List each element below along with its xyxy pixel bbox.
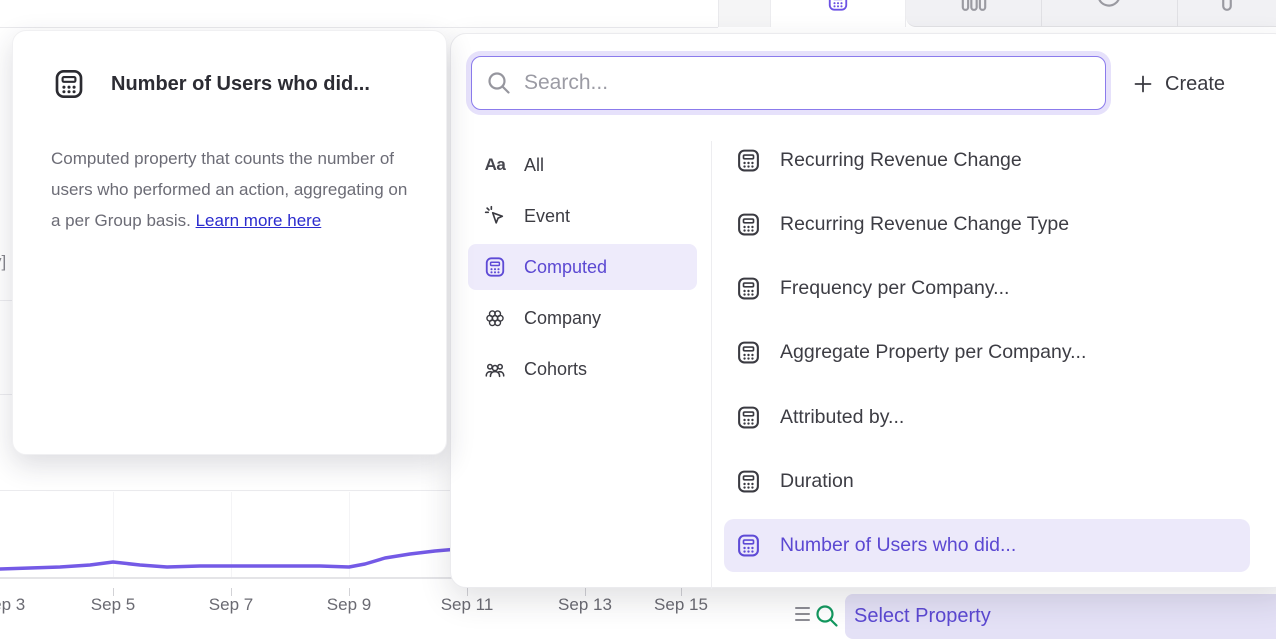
retention-cycle-icon — [1095, 0, 1125, 12]
occluded-text-fragment: y] — [0, 252, 6, 272]
property-item[interactable]: Recurring Revenue Change Type — [724, 198, 1250, 251]
category-cohorts[interactable]: Cohorts — [468, 346, 697, 392]
chart-type-tabs — [770, 0, 1276, 27]
calculator-icon — [53, 68, 85, 100]
search-icon — [486, 70, 512, 96]
background-divider — [0, 27, 718, 28]
axis-label: Sep 15 — [654, 595, 708, 615]
property-item-selected[interactable]: Number of Users who did... — [724, 519, 1250, 572]
create-button[interactable]: Create — [1133, 66, 1225, 102]
category-all[interactable]: Aa All — [468, 142, 697, 188]
property-item[interactable]: Aggregate Property per Company... — [724, 326, 1250, 379]
company-icon — [484, 307, 506, 329]
tab-bar-chart[interactable] — [906, 0, 1041, 27]
chart-card-divider — [0, 490, 450, 491]
calculator-icon — [736, 212, 761, 237]
text-format-icon: Aa — [484, 154, 506, 176]
calculator-icon — [736, 469, 761, 494]
property-item[interactable]: Frequency per Company... — [724, 262, 1250, 315]
plus-icon — [1133, 74, 1153, 94]
tooltip-description: Computed property that counts the number… — [51, 143, 411, 236]
cohorts-icon — [484, 358, 506, 380]
category-computed[interactable]: Computed — [468, 244, 697, 290]
calculator-icon — [736, 148, 761, 173]
category-label: Company — [524, 308, 601, 329]
axis-label: Sep 3 — [0, 595, 25, 615]
property-search-icon — [814, 603, 840, 629]
property-label: Duration — [780, 470, 854, 493]
tab-metric-active[interactable] — [770, 0, 906, 27]
axis-label: Sep 11 — [441, 595, 494, 615]
category-label: All — [524, 155, 544, 176]
calculator-icon — [736, 405, 761, 430]
property-item[interactable]: Duration — [724, 455, 1250, 508]
tab-flows[interactable] — [1177, 0, 1276, 27]
select-property-button[interactable]: Select Property — [845, 594, 1276, 639]
category-company[interactable]: Company — [468, 295, 697, 341]
category-label: Computed — [524, 257, 607, 278]
calculator-icon — [736, 533, 761, 558]
property-label: Frequency per Company... — [780, 277, 1009, 300]
select-property-label: Select Property — [854, 605, 991, 628]
tab-retention[interactable] — [1041, 0, 1177, 27]
search-input[interactable] — [524, 71, 1091, 95]
axis-label: Sep 5 — [91, 595, 135, 615]
axis-label: Sep 13 — [558, 595, 612, 615]
property-label: Recurring Revenue Change — [780, 149, 1022, 172]
tooltip-title: Number of Users who did... — [111, 73, 370, 96]
property-item[interactable]: Attributed by... — [724, 391, 1250, 444]
search-box[interactable] — [471, 56, 1106, 110]
category-label: Event — [524, 206, 570, 227]
create-button-label: Create — [1165, 73, 1225, 96]
line-chart — [0, 538, 460, 582]
property-tooltip-card: Number of Users who did... Computed prop… — [12, 30, 447, 455]
background-fill — [719, 0, 770, 27]
property-picker-panel: Create Aa All Event Computed Company Coh… — [450, 33, 1276, 588]
axis-label: Sep 7 — [209, 595, 253, 615]
category-label: Cohorts — [524, 359, 587, 380]
calculator-icon — [736, 340, 761, 365]
axis-label: Sep 9 — [327, 595, 371, 615]
calculator-icon — [736, 276, 761, 301]
property-label: Aggregate Property per Company... — [780, 341, 1086, 364]
drag-handle-icon[interactable] — [795, 607, 810, 621]
property-item[interactable]: Recurring Revenue Change — [724, 134, 1250, 187]
property-label: Recurring Revenue Change Type — [780, 213, 1069, 236]
bar-chart-icon — [961, 0, 987, 12]
property-label: Attributed by... — [780, 406, 904, 429]
panel-divider — [711, 141, 712, 589]
learn-more-link[interactable]: Learn more here — [196, 211, 322, 230]
category-event[interactable]: Event — [468, 193, 697, 239]
calculator-icon — [484, 256, 506, 278]
event-click-icon — [484, 205, 506, 227]
flows-icon — [1218, 0, 1236, 12]
calculator-icon — [824, 0, 852, 12]
property-label: Number of Users who did... — [780, 534, 1016, 557]
